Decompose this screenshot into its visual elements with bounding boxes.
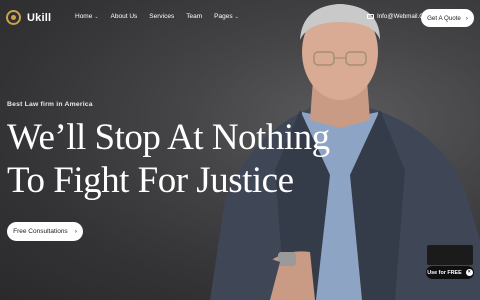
consult-label: Free Consultations	[13, 228, 68, 235]
hero-eyebrow: Best Law firm in America	[7, 101, 93, 108]
headline-line-2: To Fight For Justice	[7, 160, 294, 201]
chevron-down-icon: ⌄	[234, 13, 239, 20]
badge-label: Use for FREE	[427, 269, 462, 276]
nav-item-home[interactable]: Home ⌄	[75, 13, 99, 20]
nav-item-team[interactable]: Team	[186, 13, 202, 20]
nav-item-label: Home	[75, 13, 93, 20]
nav-item-label: Pages	[214, 13, 233, 20]
logo-mark-icon	[6, 10, 21, 25]
nav-item-pages[interactable]: Pages ⌄	[214, 13, 239, 20]
brand-logo[interactable]: Ukill	[6, 10, 51, 25]
nav-item-label: About Us	[110, 13, 138, 20]
main-nav: Home ⌄ About Us Services Team Pages ⌄	[75, 13, 251, 20]
hero-headline: We’ll Stop At Nothing To Fight For Justi…	[7, 116, 330, 202]
headline-line-1: We’ll Stop At Nothing	[7, 117, 330, 158]
nav-item-about-us[interactable]: About Us	[111, 13, 138, 20]
mail-icon	[367, 14, 374, 19]
arrow-right-icon: ›	[465, 14, 468, 22]
cta-label: Get A Quote	[427, 14, 461, 22]
nav-item-label: Team	[186, 13, 203, 20]
free-consultations-button[interactable]: Free Consultations ›	[7, 222, 83, 241]
close-icon[interactable]: ×	[465, 269, 473, 276]
chevron-down-icon: ⌄	[94, 13, 99, 20]
use-for-free-badge[interactable]: Use for FREE ×	[426, 266, 474, 279]
nav-item-label: Services	[149, 13, 175, 20]
brand-name: Ukill	[27, 11, 52, 24]
top-navigation-bar: Ukill Home ⌄ About Us Services Team Page…	[0, 0, 480, 36]
get-a-quote-button[interactable]: Get A Quote ›	[421, 9, 474, 27]
floating-panel	[427, 245, 473, 265]
arrow-right-icon: ›	[74, 228, 77, 235]
nav-item-services[interactable]: Services	[149, 13, 174, 20]
